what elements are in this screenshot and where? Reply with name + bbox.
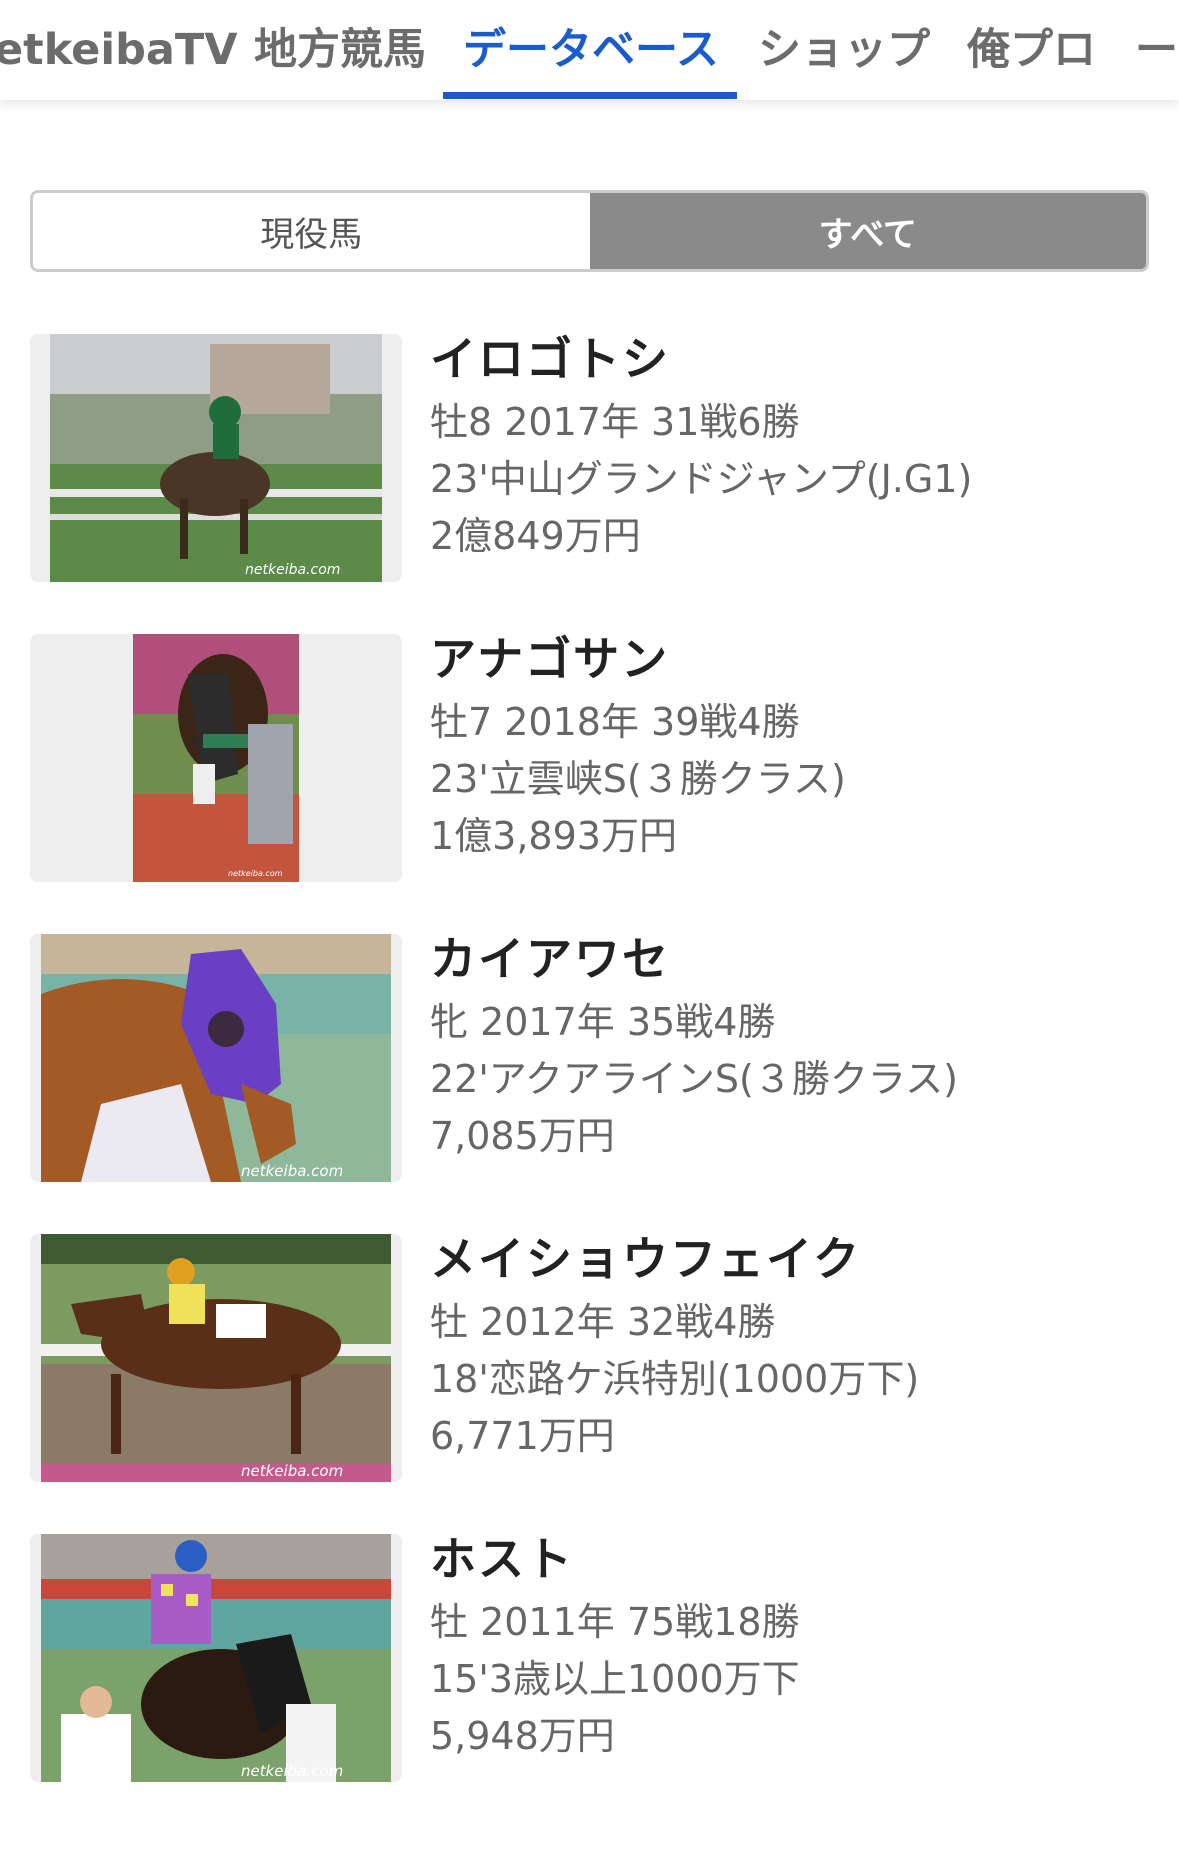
horse-profile: 牡 2012年 32戦4勝 [430,1300,776,1344]
horse-best-race: 22'アクアラインS(３勝クラス) [430,1057,958,1101]
horse-name[interactable]: イロゴトシ [430,330,972,388]
active-tab-indicator [443,92,737,99]
horse-earnings: 1億3,893万円 [430,814,677,858]
status-filter-toggle: 現役馬 すべて [30,190,1149,272]
horse-name[interactable]: アナゴサン [430,630,846,688]
filter-all[interactable]: すべて [589,193,1146,269]
horse-name[interactable]: メイショウフェイク [430,1230,919,1288]
tab-shop[interactable]: ショップ [758,14,930,86]
horse-earnings: 7,085万円 [430,1114,615,1158]
horse-photo[interactable]: netkeiba.com [30,934,402,1182]
horse-profile: 牡8 2017年 31戦6勝 [430,400,800,444]
list-item[interactable]: netkeiba.com メイショウフェイク 牡 2012年 32戦4勝 18'… [0,1230,1179,1482]
horse-earnings: 6,771万円 [430,1414,615,1458]
horse-info: イロゴトシ 牡8 2017年 31戦6勝 23'中山グランドジャンプ(J.G1)… [430,330,972,565]
svg-text:netkeiba.com: netkeiba.com [241,1462,343,1480]
svg-text:netkeiba.com: netkeiba.com [241,1162,343,1180]
filter-active-horses[interactable]: 現役馬 [33,193,590,269]
horse-photo[interactable]: netkeiba.com [30,334,402,582]
list-item[interactable]: netkeiba.com カイアワセ 牝 2017年 35戦4勝 22'アクアラ… [0,930,1179,1182]
horse-info: メイショウフェイク 牡 2012年 32戦4勝 18'恋路ケ浜特別(1000万下… [430,1230,919,1465]
horse-earnings: 5,948万円 [430,1714,615,1758]
horse-profile: 牡7 2018年 39戦4勝 [430,700,800,744]
horse-info: カイアワセ 牝 2017年 35戦4勝 22'アクアラインS(３勝クラス) 7,… [430,930,958,1165]
horse-best-race: 18'恋路ケ浜特別(1000万下) [430,1357,920,1401]
horse-info: ホスト 牡 2011年 75戦18勝 15'3歳以上1000万下 5,948万円 [430,1530,800,1765]
horse-name[interactable]: カイアワセ [430,930,958,988]
horse-name[interactable]: ホスト [430,1530,800,1588]
svg-text:netkeiba.com: netkeiba.com [228,869,283,878]
list-item[interactable]: netkeiba.com アナゴサン 牡7 2018年 39戦4勝 23'立雲峡… [0,630,1179,882]
list-item[interactable]: netkeiba.com ホスト 牡 2011年 75戦18勝 15'3歳以上1… [0,1530,1179,1782]
horse-earnings: 2億849万円 [430,514,641,558]
svg-text:netkeiba.com: netkeiba.com [245,562,340,578]
horse-best-race: 15'3歳以上1000万下 [430,1657,800,1701]
horse-photo[interactable]: netkeiba.com [30,1534,402,1782]
tab-chihou-keiba[interactable]: 地方競馬 [254,14,426,86]
top-nav: etkeibaTV 地方競馬 データベース ショップ 俺プロ ー [0,0,1179,100]
horse-photo[interactable]: netkeiba.com [30,1234,402,1482]
horse-best-race: 23'立雲峡S(３勝クラス) [430,757,846,801]
tab-netkeiba-tv[interactable]: etkeibaTV [0,14,237,86]
tab-more[interactable]: ー [1135,14,1178,86]
horse-photo[interactable]: netkeiba.com [30,634,402,882]
tab-ore-pro[interactable]: 俺プロ [967,14,1096,86]
horse-best-race: 23'中山グランドジャンプ(J.G1) [430,457,973,501]
list-item[interactable]: netkeiba.com イロゴトシ 牡8 2017年 31戦6勝 23'中山グ… [0,330,1179,582]
svg-text:netkeiba.com: netkeiba.com [241,1762,343,1780]
horse-info: アナゴサン 牡7 2018年 39戦4勝 23'立雲峡S(３勝クラス) 1億3,… [430,630,846,865]
horse-profile: 牡 2011年 75戦18勝 [430,1600,800,1644]
tab-database[interactable]: データベース [463,14,719,86]
horse-profile: 牝 2017年 35戦4勝 [430,1000,776,1044]
